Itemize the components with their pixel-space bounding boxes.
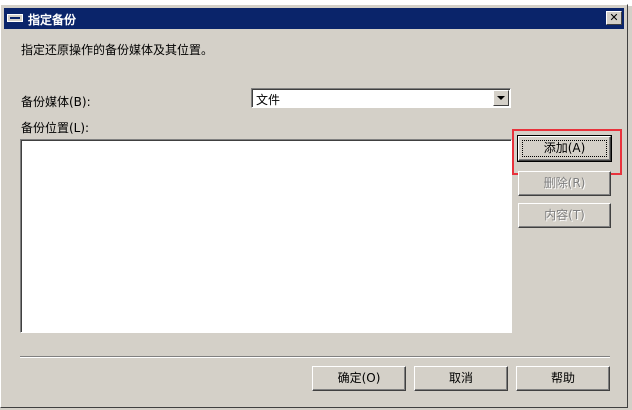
close-button[interactable]: ✕ — [606, 11, 622, 25]
specify-backup-dialog: 指定备份 ✕ 指定还原操作的备份媒体及其位置。 备份媒体(B): 文件 备份位置… — [0, 4, 628, 408]
add-button[interactable]: 添加(A) — [517, 135, 612, 162]
backup-media-select[interactable]: 文件 — [251, 88, 511, 108]
title-bar[interactable]: 指定备份 ✕ — [4, 8, 624, 29]
ok-button[interactable]: 确定(O) — [312, 366, 406, 391]
cancel-button[interactable]: 取消 — [414, 366, 508, 391]
backup-location-list[interactable] — [20, 139, 512, 333]
window-icon — [7, 14, 23, 22]
remove-button[interactable]: 删除(R) — [518, 171, 611, 196]
instruction-text: 指定还原操作的备份媒体及其位置。 — [21, 43, 214, 57]
backup-media-label: 备份媒体(B): — [21, 95, 91, 109]
separator — [20, 356, 610, 358]
backup-media-value: 文件 — [256, 93, 281, 107]
help-button[interactable]: 帮助 — [516, 366, 610, 391]
backup-location-label: 备份位置(L): — [21, 121, 90, 135]
contents-button[interactable]: 内容(T) — [518, 203, 611, 228]
dialog-title: 指定备份 — [28, 13, 77, 27]
chevron-down-icon[interactable] — [493, 90, 509, 106]
